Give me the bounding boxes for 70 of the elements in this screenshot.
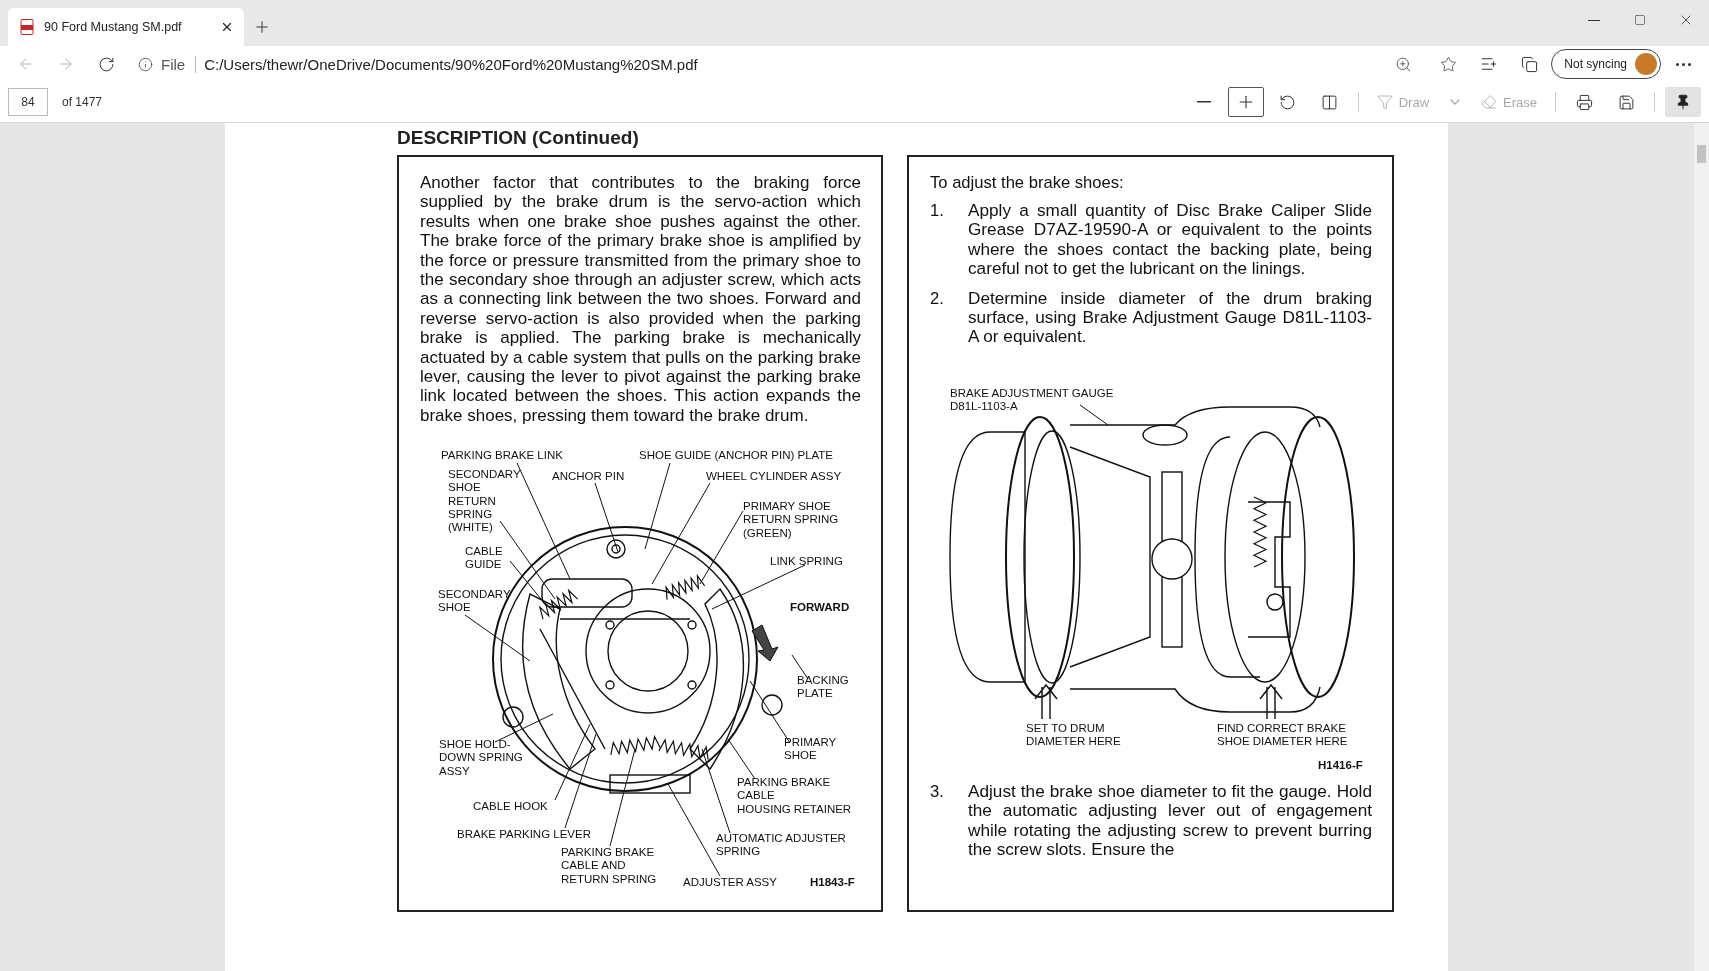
scroll-thumb[interactable] [1697, 145, 1706, 163]
page-number-field[interactable]: 84 [8, 88, 48, 116]
callout-label: BACKING PLATE [797, 674, 849, 701]
collections-icon [1520, 55, 1538, 73]
maximize-icon [1634, 14, 1646, 26]
page-count: of 1477 [62, 95, 103, 109]
star-icon[interactable] [1440, 55, 1458, 73]
callout-label: SHOE GUIDE (ANCHOR PIN) PLATE [639, 449, 834, 463]
address-bar[interactable]: File C:/Users/thewr/OneDrive/Documents/90%20Ford%20Mustang%20SM.pdf [128, 49, 1468, 79]
eraser-icon [1481, 94, 1498, 110]
callout-label: PRIMARY SHOE RETURN SPRING (GREEN) [743, 500, 839, 540]
step-number: 1. [930, 201, 945, 222]
pin-button[interactable] [1665, 87, 1701, 117]
browser-tab[interactable]: 90 Ford Mustang SM.pdf [8, 8, 244, 46]
callout-label: ADJUSTER ASSY [683, 876, 777, 890]
leader-line [1079, 404, 1109, 426]
figure-code: H1416-F [1318, 758, 1363, 773]
leader-line [594, 482, 619, 553]
step-text: Determine inside diameter of the drum braking surface, using Brake Adjustment Gauge D81L-1103-A or equivalent. [968, 288, 1372, 347]
close-icon[interactable] [220, 20, 234, 34]
callout-label: FIND CORRECT BRAKE SHOE DIAMETER HERE [1217, 721, 1348, 749]
favorites-icon [1480, 55, 1499, 73]
intro-text: To adjust the brake shoes: [930, 173, 1125, 193]
callout-label: ANCHOR PIN [552, 470, 625, 484]
step-number: 2. [930, 288, 945, 310]
refresh-icon [97, 55, 115, 73]
callout-label: SHOE HOLD- DOWN SPRING ASSY [439, 738, 523, 778]
fit-page-icon [1321, 93, 1339, 111]
leader-line [464, 614, 531, 662]
callout-label: AUTOMATIC ADJUSTER SPRING [716, 832, 846, 859]
callout-label: PRIMARY SHOE [784, 736, 837, 763]
print-icon [1575, 93, 1593, 111]
profile-button[interactable]: Not syncing [1551, 49, 1661, 79]
callout-label: CABLE GUIDE [465, 545, 503, 572]
minimize-icon [1588, 19, 1600, 21]
callout-label: SECONDARY SHOE [438, 588, 511, 615]
forward-arrow-icon [751, 624, 779, 662]
info-icon [138, 56, 153, 72]
save-icon [1617, 93, 1635, 111]
plus-icon [253, 18, 271, 36]
step-text: Adjust the brake shoe diameter to fit the gauge. Hold the automatic adjusting lever out of engagement while rotating the adjusting screw to prevent burring the screw slots. Ensure the [968, 781, 1372, 860]
zoom-in-button[interactable] [1227, 87, 1264, 117]
section-heading: DESCRIPTION (Continued) [397, 126, 640, 150]
callout-label: BRAKE PARKING LEVER [457, 828, 591, 842]
callout-label: PARKING BRAKE LINK [441, 449, 563, 463]
callout-label: CABLE HOOK [473, 800, 548, 814]
callout-label: BRAKE ADJUSTMENT GAUGE D81L-1103-A [950, 386, 1114, 414]
callout-label: PARKING BRAKE CABLE HOUSING RETAINER [737, 776, 852, 816]
pin-icon [1675, 94, 1691, 110]
more-icon [1675, 62, 1691, 66]
direction-label: FORWARD [790, 601, 850, 615]
pdf-file-icon [20, 19, 34, 35]
step-number: 3. [930, 781, 945, 803]
callout-label: SET TO DRUM DIAMETER HERE [1026, 721, 1121, 749]
tab-title: 90 Ford Mustang SM.pdf [44, 20, 183, 34]
callout-label: LINK SPRING [770, 555, 843, 569]
url-text: C:/Users/thewr/OneDrive/Documents/90%20Ford%20Mustang%20SM.pdf [204, 55, 698, 73]
callout-label: PARKING BRAKE CABLE AND RETURN SPRING [561, 846, 657, 886]
rotate-icon [1279, 93, 1297, 111]
figure-code: H1843-F [810, 876, 855, 890]
callout-label: WHEEL CYLINDER ASSY [706, 470, 842, 484]
url-scheme: File [161, 55, 197, 73]
callout-label: SECONDARY SHOE RETURN SPRING (WHITE) [448, 468, 521, 535]
avatar-icon [1635, 53, 1657, 75]
step-text: Apply a small quantity of Disc Brake Caliper Slide Grease D7AZ-19590-A or equivalent to the points where the shoes contact the backing plate, being careful not to get the lubricant on the linings. [968, 201, 1372, 279]
paragraph: Another factor that contributes to the braking force supplied by the brake drum is the servo-action which results when one brake shoe pushes against the other. The brake force of the primary brake shoe is amplified by the force or pressure transmitted from the primary shoe to the secondary shoe through an adjuster screw, which acts as a connecting link between the two shoes. Forward and reverse servo-action is also provided when the parking brake is applied. The parking brake is mechanically actuated by a cable system that pulls on the parking brake lever, causing the lever to pivot against the parking brake link located between the shoes. This action expands the brake shoes, pressing them toward the brake drum. [420, 173, 861, 426]
forward-icon [57, 55, 75, 73]
back-icon [17, 55, 35, 73]
zoom-in-icon[interactable] [1395, 55, 1413, 73]
filter-icon [1376, 94, 1393, 110]
